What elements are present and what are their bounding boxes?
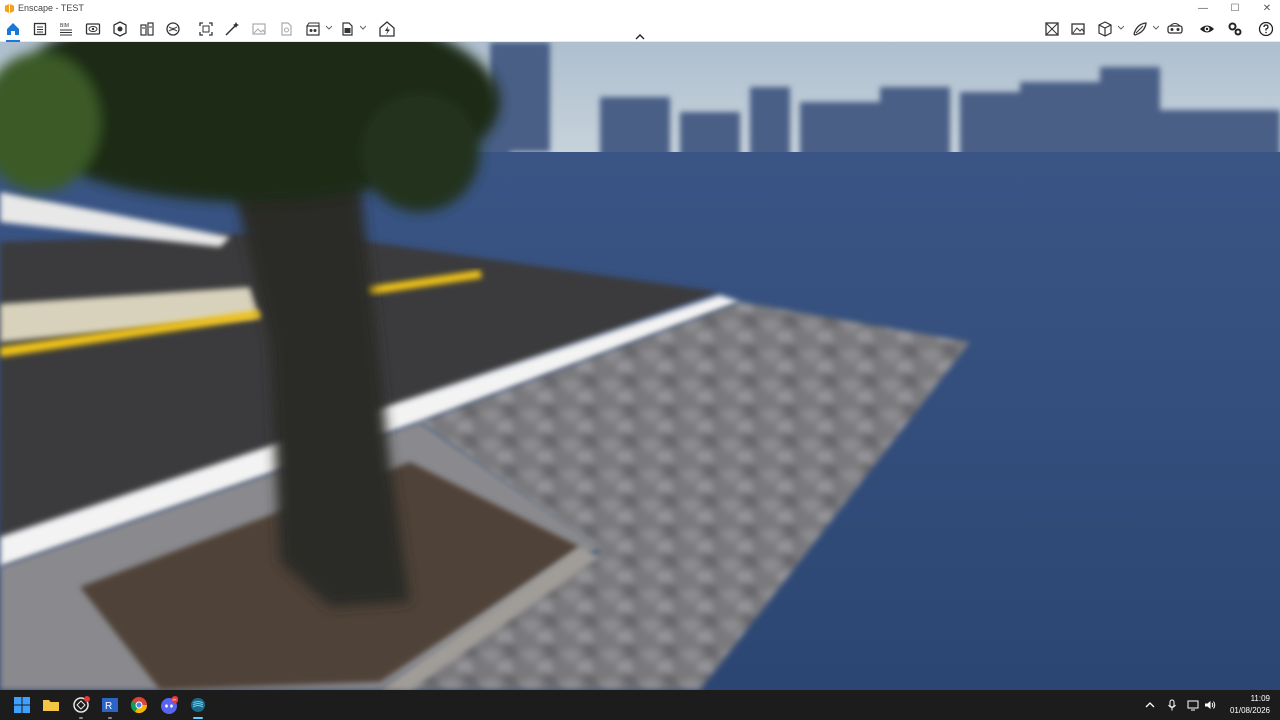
street-scene-render xyxy=(0,42,1280,690)
title-bar: Enscape - TEST — ☐ ✕ xyxy=(0,0,1280,16)
asset-library-icon xyxy=(140,22,154,36)
cube-button[interactable] xyxy=(1095,19,1115,39)
running-indicator xyxy=(79,717,83,719)
enscape-logo-icon xyxy=(3,2,15,14)
enscape-window: Enscape - TEST — ☐ ✕ BIM xyxy=(0,0,1280,690)
start-button[interactable] xyxy=(11,694,33,716)
revit-icon: R xyxy=(102,698,118,712)
bim-list-icon: BIM xyxy=(60,23,72,36)
microphone-icon xyxy=(1168,699,1176,711)
display-icon xyxy=(1187,700,1199,711)
eye-button[interactable] xyxy=(1197,19,1217,39)
sketchup-icon xyxy=(73,696,90,713)
views-button[interactable] xyxy=(83,19,103,39)
project-icon xyxy=(33,22,47,36)
taskbar-chrome[interactable] xyxy=(128,694,150,716)
system-clock[interactable]: 11:09 01/08/2026 xyxy=(1220,693,1270,717)
svg-text:R: R xyxy=(105,701,112,712)
maximize-button[interactable]: ☐ xyxy=(1228,1,1242,15)
asset-library-button[interactable] xyxy=(137,19,157,39)
upload-button[interactable] xyxy=(377,19,397,39)
tray-overflow[interactable] xyxy=(1142,697,1158,713)
window-title: Enscape - TEST xyxy=(18,3,84,13)
chevron-up-icon xyxy=(1145,702,1155,708)
bim-button[interactable]: BIM xyxy=(56,19,76,39)
vr-headset-button[interactable] xyxy=(1165,19,1185,39)
video-button[interactable] xyxy=(303,19,323,39)
batch-render-icon xyxy=(225,22,239,36)
render-viewport[interactable] xyxy=(0,42,1280,690)
chevron-down-icon[interactable] xyxy=(1118,25,1124,31)
running-indicator xyxy=(108,717,112,719)
taskbar-sketchup[interactable] xyxy=(70,694,92,719)
view-management-icon xyxy=(1045,22,1059,36)
collapse-toolbar-button[interactable] xyxy=(632,32,648,42)
atmosphere-icon xyxy=(166,22,180,36)
tray-display[interactable] xyxy=(1185,697,1201,713)
chevron-up-icon xyxy=(635,34,645,40)
cube-icon xyxy=(1098,21,1112,37)
enscape-icon xyxy=(191,698,205,712)
project-button[interactable] xyxy=(30,19,50,39)
discord-icon: 9+ xyxy=(161,696,178,714)
home-button[interactable] xyxy=(3,19,23,42)
taskbar-file-explorer[interactable] xyxy=(40,694,62,716)
export-icon xyxy=(342,22,353,36)
volume-icon xyxy=(1205,701,1216,709)
windows-taskbar: R 9+ 11:09 01/08/2026 xyxy=(0,690,1280,720)
clock-date: 01/08/2026 xyxy=(1229,706,1270,715)
minimize-button[interactable]: — xyxy=(1196,1,1210,15)
chrome-icon xyxy=(130,697,148,714)
video-icon xyxy=(306,22,320,36)
help-icon xyxy=(1258,21,1274,37)
settings-button[interactable] xyxy=(1225,19,1245,39)
tray-microphone[interactable] xyxy=(1164,697,1180,713)
image-button[interactable] xyxy=(249,19,269,39)
home-icon xyxy=(7,23,19,35)
light-button[interactable] xyxy=(1130,19,1150,39)
close-button[interactable]: ✕ xyxy=(1260,1,1274,15)
light-icon xyxy=(1133,22,1147,36)
active-indicator xyxy=(193,717,203,719)
chevron-down-icon[interactable] xyxy=(326,25,332,31)
svg-text:BIM: BIM xyxy=(60,23,69,29)
material-button[interactable] xyxy=(110,19,130,39)
settings-icon xyxy=(1228,22,1242,36)
eye-icon xyxy=(1200,25,1214,33)
clock-time: 11:09 xyxy=(1250,694,1270,703)
view-icon xyxy=(85,23,101,35)
vr-headset-icon xyxy=(1167,23,1183,34)
toolbar: BIM xyxy=(0,16,1280,42)
screenshot-button[interactable] xyxy=(196,19,216,39)
chevron-down-icon[interactable] xyxy=(360,25,366,31)
atmosphere-button[interactable] xyxy=(163,19,183,39)
material-icon xyxy=(113,21,127,37)
upload-icon xyxy=(379,21,395,37)
visual-settings-button[interactable] xyxy=(1068,19,1088,39)
svg-text:9+: 9+ xyxy=(172,697,177,702)
tray-volume[interactable] xyxy=(1202,697,1218,713)
taskbar-revit[interactable]: R xyxy=(99,694,121,719)
export-button[interactable] xyxy=(337,19,357,39)
taskbar-discord[interactable]: 9+ xyxy=(158,694,180,716)
view-management-button[interactable] xyxy=(1042,19,1062,39)
help-button[interactable] xyxy=(1256,19,1276,39)
chevron-down-icon[interactable] xyxy=(1153,25,1159,31)
taskbar-enscape[interactable] xyxy=(187,694,209,719)
file-explorer-icon xyxy=(43,700,59,711)
windows-start-icon xyxy=(14,697,30,713)
image-icon xyxy=(252,23,266,35)
batch-render-button[interactable] xyxy=(222,19,242,39)
panorama-icon xyxy=(281,22,292,36)
visual-settings-icon xyxy=(1071,23,1085,35)
screenshot-icon xyxy=(199,22,213,36)
panorama-button[interactable] xyxy=(276,19,296,39)
